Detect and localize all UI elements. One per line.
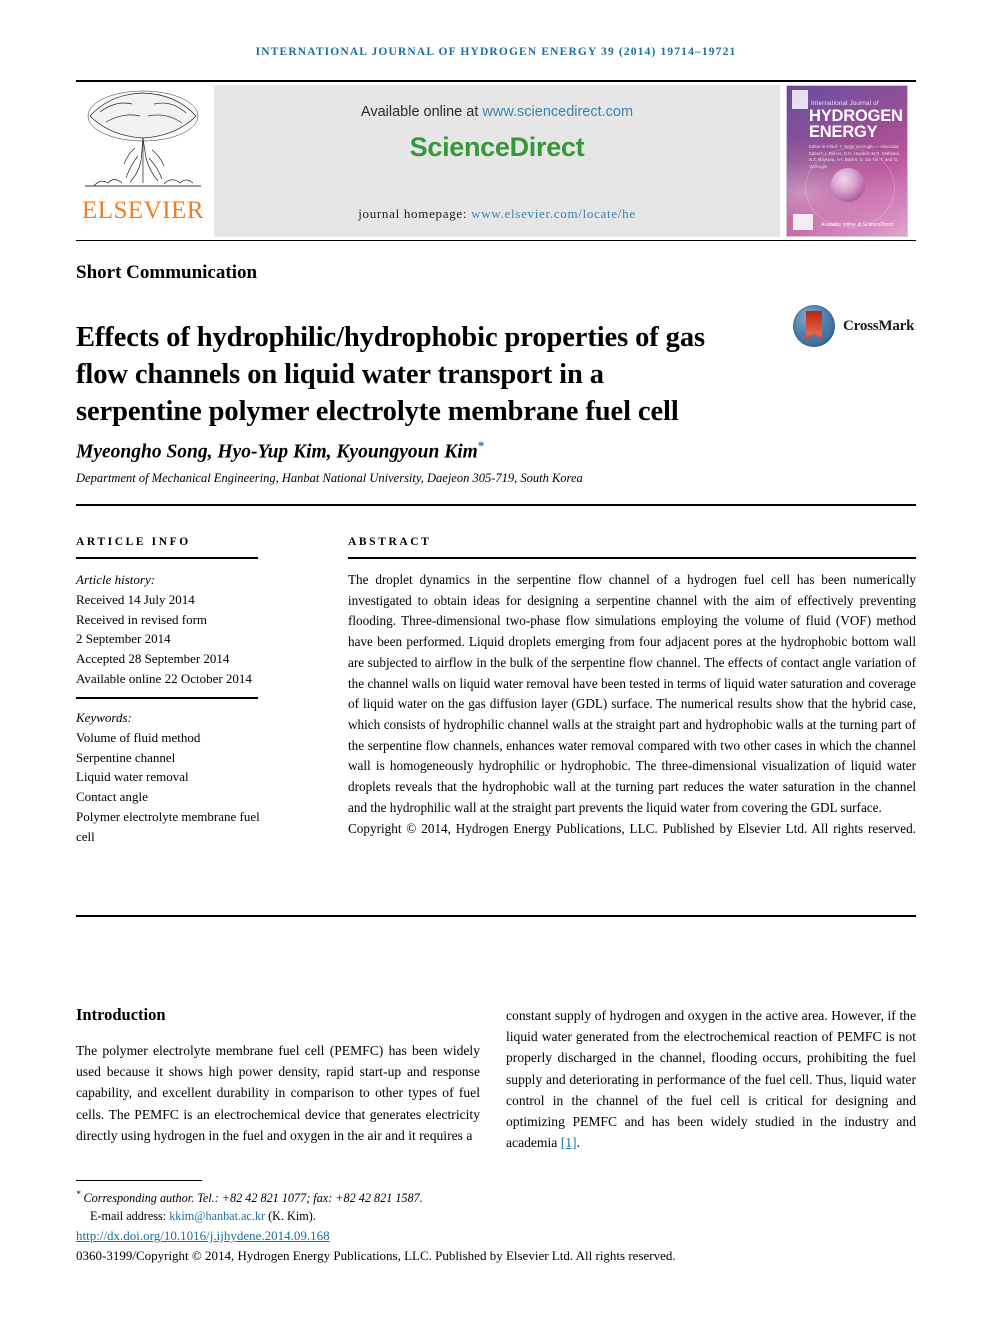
journal-homepage-line: journal homepage: www.elsevier.com/locat… xyxy=(214,206,780,222)
article-history: Article history: Received 14 July 2014 R… xyxy=(76,570,276,689)
cover-top-label: International Journal of xyxy=(811,100,879,107)
reference-link-1[interactable]: [1] xyxy=(561,1135,577,1150)
affiliation: Department of Mechanical Engineering, Ha… xyxy=(76,471,583,485)
cover-publisher-mark-icon xyxy=(793,214,813,230)
issn-copyright-line: 0360-3199/Copyright © 2014, Hydrogen Ene… xyxy=(76,1248,676,1263)
sciencedirect-link[interactable]: www.sciencedirect.com xyxy=(482,104,633,120)
section-title-introduction: Introduction xyxy=(76,1005,166,1024)
keywords-rule xyxy=(76,697,258,699)
email-note: E-mail address: kkim@hanbat.ac.kr (K. Ki… xyxy=(76,1207,496,1225)
keyword-item: Liquid water removal xyxy=(76,769,189,785)
history-item: Available online 22 October 2014 xyxy=(76,670,252,686)
running-head: International Journal of Hydrogen Energy… xyxy=(255,46,737,58)
keywords-label: Keywords: xyxy=(76,710,132,725)
cover-editors: Editor-in-Chief: T. Nejat Veziroglu — As… xyxy=(809,144,900,169)
history-item: Accepted 28 September 2014 xyxy=(76,651,230,666)
abstract-rule xyxy=(348,557,916,559)
email-link[interactable]: kkim@hanbat.ac.kr xyxy=(169,1209,265,1223)
journal-homepage-prefix: journal homepage: xyxy=(358,206,472,221)
history-item: Received in revised form xyxy=(76,611,208,627)
crossmark-label: CrossMark xyxy=(843,318,915,334)
article-history-label: Article history: xyxy=(76,572,156,587)
intro-right-period: . xyxy=(576,1135,580,1151)
intro-paragraph-left: The polymer electrolyte membrane fuel ce… xyxy=(76,1043,480,1143)
cover-elsevier-mark-icon xyxy=(792,90,808,109)
journal-cover-thumbnail: International Journal of HYDROGEN ENERGY… xyxy=(786,85,908,237)
footnote-block: * Corresponding author. Tel.: +82 42 821… xyxy=(76,1188,496,1225)
available-online-prefix: Available online at xyxy=(360,104,483,120)
keyword-item: Polymer electrolyte membrane fuel cell xyxy=(76,808,260,844)
elsevier-wordmark: ELSEVIER xyxy=(81,197,205,224)
crossmark-ribbon-icon xyxy=(806,311,822,341)
journal-homepage-link[interactable]: www.elsevier.com/locate/he xyxy=(471,206,636,221)
footnote-rule xyxy=(76,1180,202,1181)
keyword-item: Serpentine channel xyxy=(76,749,176,765)
keyword-item: Volume of fluid method xyxy=(76,729,201,745)
corresponding-author-note: * Corresponding author. Tel.: +82 42 821… xyxy=(76,1188,496,1207)
email-suffix: (K. Kim). xyxy=(265,1209,316,1224)
intro-paragraph-right: constant supply of hydrogen and oxygen i… xyxy=(506,1005,916,1153)
abstract-copyright: Copyright © 2014, Hydrogen Energy Public… xyxy=(348,820,916,836)
keywords-block: Keywords: Volume of fluid method Serpent… xyxy=(76,708,276,846)
masthead-bottom-rule xyxy=(76,240,916,241)
masthead: ELSEVIER Available online at www.science… xyxy=(76,84,916,238)
author-names: Myeongho Song, Hyo-Yup Kim, Kyoungyoun K… xyxy=(76,441,478,463)
article-info-heading: ARTICLE INFO xyxy=(76,536,191,548)
elsevier-logo: ELSEVIER xyxy=(76,84,210,238)
crossmark-badge[interactable]: CrossMark xyxy=(793,305,915,347)
article-type: Short Communication xyxy=(76,262,258,283)
corresponding-author-marker: * xyxy=(477,438,485,453)
email-label: E-mail address: xyxy=(90,1209,170,1224)
author-list: Myeongho Song, Hyo-Yup Kim, Kyoungyoun K… xyxy=(76,438,484,464)
abstract-heading: ABSTRACT xyxy=(348,536,432,548)
cover-sciencedirect-label: Available online at ScienceDirect xyxy=(821,222,894,228)
corresponding-author-text: Corresponding author. Tel.: +82 42 821 1… xyxy=(83,1191,423,1206)
cover-title-line2: ENERGY xyxy=(809,123,878,141)
keyword-item: Contact angle xyxy=(76,789,148,804)
crossmark-circle-icon xyxy=(793,305,835,347)
paper-page: International Journal of Hydrogen Energy… xyxy=(0,0,992,1323)
authors-bottom-rule xyxy=(76,504,916,506)
body-column-left: The polymer electrolyte membrane fuel ce… xyxy=(76,1040,480,1146)
page-title: Effects of hydrophilic/hydrophobic prope… xyxy=(76,322,705,428)
history-item: 2 September 2014 xyxy=(76,631,171,647)
header-rule xyxy=(76,80,916,82)
footnote-bullet-icon: * xyxy=(76,1189,81,1199)
abstract-bottom-rule xyxy=(76,915,916,917)
history-item: Received 14 July 2014 xyxy=(76,591,195,607)
intro-right-text: constant supply of hydrogen and oxygen i… xyxy=(506,1008,916,1151)
doi-link[interactable]: http://dx.doi.org/10.1016/j.ijhydene.201… xyxy=(76,1228,330,1244)
body-column-right: constant supply of hydrogen and oxygen i… xyxy=(506,1005,916,1153)
sciencedirect-logo: ScienceDirect xyxy=(409,132,585,162)
abstract-body: The droplet dynamics in the serpentine f… xyxy=(348,572,916,815)
abstract-block: The droplet dynamics in the serpentine f… xyxy=(348,570,916,860)
elsevier-tree-icon xyxy=(85,90,201,187)
cover-orb-icon xyxy=(831,168,865,202)
article-info-rule xyxy=(76,557,258,559)
available-online-line: Available online at www.sciencedirect.co… xyxy=(214,104,780,120)
sciencedirect-banner: Available online at www.sciencedirect.co… xyxy=(214,85,780,237)
